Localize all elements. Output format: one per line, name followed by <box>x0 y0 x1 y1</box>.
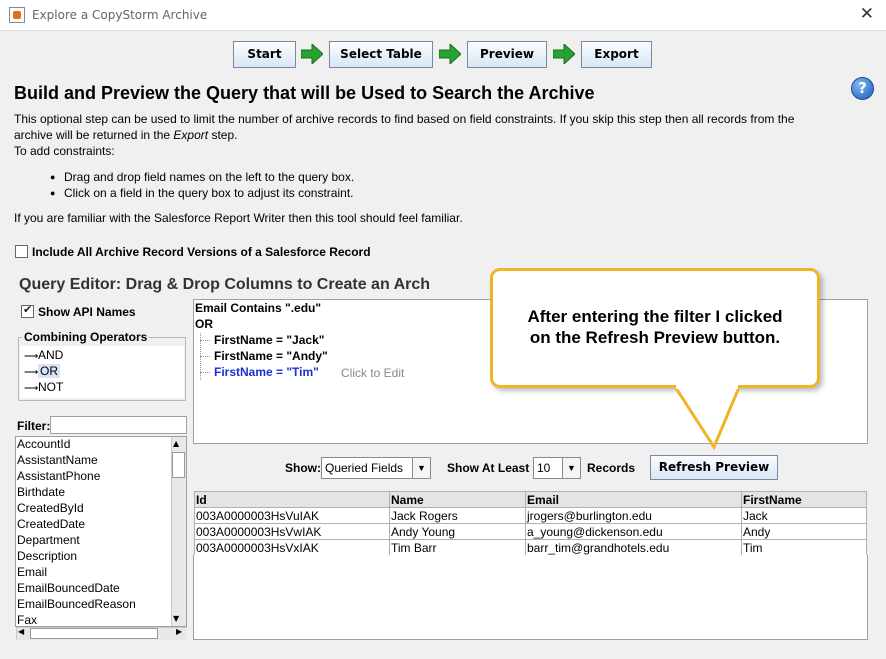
field-list-item[interactable]: Email <box>17 565 47 579</box>
title-bar: Explore a CopyStorm Archive ✕ <box>0 0 886 31</box>
show-api-names-checkbox[interactable] <box>21 303 34 318</box>
field-list-scroll-thumb[interactable] <box>172 452 185 478</box>
intro-text-line4: If you are familiar with the Salesforce … <box>14 211 463 225</box>
show-at-least-label: Show At Least <box>447 461 530 475</box>
operator-icon: ⟶ <box>24 383 39 394</box>
operator-and[interactable]: ⟶AND <box>24 348 63 362</box>
intro-text-line2: archive will be returned in the Export s… <box>14 128 238 142</box>
window-title: Explore a CopyStorm Archive <box>32 8 208 22</box>
field-list-item[interactable]: CreatedDate <box>17 517 85 531</box>
wizard-start-button[interactable]: Start <box>233 41 296 68</box>
intro-text-line1: This optional step can be used to limit … <box>14 112 795 126</box>
query-tree-line <box>200 340 210 341</box>
callout-line: on the Refresh Preview button. <box>529 328 781 347</box>
show-label: Show: <box>285 461 321 475</box>
operator-icon: ⟶ <box>24 351 39 362</box>
cell-id: 003A0000003HsVxIAK <box>194 539 390 556</box>
cell-email: a_young@dickenson.edu <box>525 523 742 540</box>
table-row[interactable]: 003A0000003HsVuIAK Jack Rogers jrogers@b… <box>194 507 867 524</box>
field-list-item[interactable]: AccountId <box>17 437 70 451</box>
query-condition[interactable]: Email Contains ".edu" <box>195 301 321 315</box>
cell-firstname: Tim <box>741 539 867 556</box>
cell-id: 003A0000003HsVuIAK <box>194 507 390 524</box>
query-tree-line <box>200 356 210 357</box>
filter-input[interactable] <box>50 416 187 434</box>
preview-table-empty-area <box>193 555 868 640</box>
cell-id: 003A0000003HsVwIAK <box>194 523 390 540</box>
next-arrow-icon <box>439 44 461 64</box>
table-row[interactable]: 003A0000003HsVxIAK Tim Barr barr_tim@gra… <box>194 539 867 556</box>
wizard-export-button[interactable]: Export <box>581 41 652 68</box>
show-select[interactable]: Queried Fields ▼ <box>321 457 431 479</box>
cell-name: Andy Young <box>389 523 526 540</box>
column-header-id[interactable]: Id <box>194 491 390 508</box>
query-editor-title: Query Editor: Drag & Drop Columns to Cre… <box>19 276 431 293</box>
query-condition[interactable]: FirstName = "Jack" <box>214 333 324 347</box>
chevron-down-icon: ▼ <box>562 458 580 478</box>
field-list-item[interactable]: EmailBouncedDate <box>17 581 120 595</box>
query-operator[interactable]: OR <box>195 317 213 331</box>
callout-text: After entering the filter I clicked on t… <box>500 306 810 348</box>
field-list-item[interactable]: Description <box>17 549 77 563</box>
wizard-preview-button[interactable]: Preview <box>467 41 547 68</box>
close-icon[interactable]: ✕ <box>860 4 874 24</box>
chevron-down-icon: ▼ <box>412 458 430 478</box>
field-list-item[interactable]: AssistantName <box>17 453 98 467</box>
bullet-item: Click on a field in the query box to adj… <box>50 186 353 200</box>
column-header-firstname[interactable]: FirstName <box>741 491 867 508</box>
operator-not[interactable]: ⟶NOT <box>24 380 63 394</box>
scroll-left-icon[interactable]: ◀ <box>18 627 24 636</box>
combining-operators-title: Combining Operators <box>22 330 150 344</box>
scroll-up-icon[interactable]: ▲ <box>173 439 179 448</box>
scroll-right-icon[interactable]: ▶ <box>176 627 182 636</box>
help-icon[interactable]: ? <box>851 77 874 100</box>
scroll-down-icon[interactable]: ▼ <box>173 614 179 623</box>
field-list-h-scroll-thumb[interactable] <box>30 628 158 639</box>
table-row[interactable]: 003A0000003HsVwIAK Andy Young a_young@di… <box>194 523 867 540</box>
field-list-item[interactable]: CreatedById <box>17 501 84 515</box>
click-to-edit-hint: Click to Edit <box>341 366 405 380</box>
cell-name: Tim Barr <box>389 539 526 556</box>
query-condition-selected[interactable]: FirstName = "Tim" <box>214 365 319 379</box>
cell-name: Jack Rogers <box>389 507 526 524</box>
column-header-name[interactable]: Name <box>389 491 526 508</box>
show-api-names-label: Show API Names <box>38 305 136 319</box>
cell-email: barr_tim@grandhotels.edu <box>525 539 742 556</box>
field-list-item[interactable]: EmailBouncedReason <box>17 597 136 611</box>
cell-firstname: Andy <box>741 523 867 540</box>
cell-firstname: Jack <box>741 507 867 524</box>
refresh-preview-button[interactable]: Refresh Preview <box>650 455 778 480</box>
preview-table: Id Name Email FirstName 003A0000003HsVuI… <box>194 491 867 556</box>
table-header-row: Id Name Email FirstName <box>194 491 867 508</box>
callout-pointer <box>672 385 742 451</box>
page-title: Build and Preview the Query that will be… <box>14 83 595 103</box>
operator-or[interactable]: ⟶ OR <box>24 364 60 378</box>
callout-line: After entering the filter I clicked <box>527 307 783 326</box>
query-tree-line <box>200 372 210 373</box>
cell-email: jrogers@burlington.edu <box>525 507 742 524</box>
column-header-email[interactable]: Email <box>525 491 742 508</box>
record-count-select[interactable]: 10 ▼ <box>533 457 581 479</box>
java-app-icon <box>9 7 25 23</box>
next-arrow-icon <box>553 44 575 64</box>
wizard-select-table-button[interactable]: Select Table <box>329 41 433 68</box>
include-versions-checkbox[interactable] <box>15 245 28 258</box>
field-list-item[interactable]: Birthdate <box>17 485 65 499</box>
field-list-item[interactable]: Department <box>17 533 80 547</box>
intro-text-line3: To add constraints: <box>14 144 115 158</box>
next-arrow-icon <box>301 44 323 64</box>
field-list-item[interactable]: Fax <box>17 613 37 627</box>
filter-label: Filter: <box>17 419 51 433</box>
records-label: Records <box>587 461 636 475</box>
bullet-item: Drag and drop field names on the left to… <box>50 170 354 184</box>
query-condition[interactable]: FirstName = "Andy" <box>214 349 328 363</box>
include-versions-label: Include All Archive Record Versions of a… <box>32 245 371 259</box>
operator-icon: ⟶ <box>24 367 39 378</box>
field-list-item[interactable]: AssistantPhone <box>17 469 100 483</box>
